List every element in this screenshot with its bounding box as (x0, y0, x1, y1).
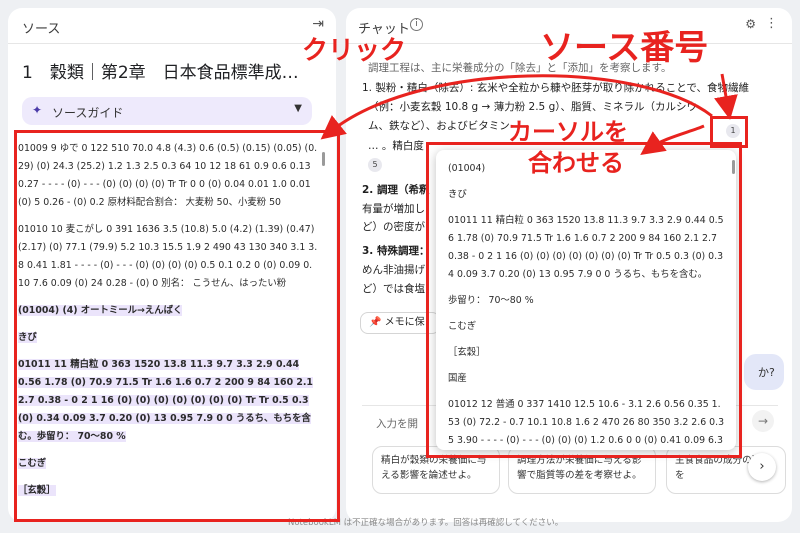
arrow-hover-to-popup (640, 124, 705, 155)
annotation-arrows (320, 73, 738, 155)
arrow-click-to-source (320, 74, 713, 140)
arrow-source-number (714, 73, 738, 120)
